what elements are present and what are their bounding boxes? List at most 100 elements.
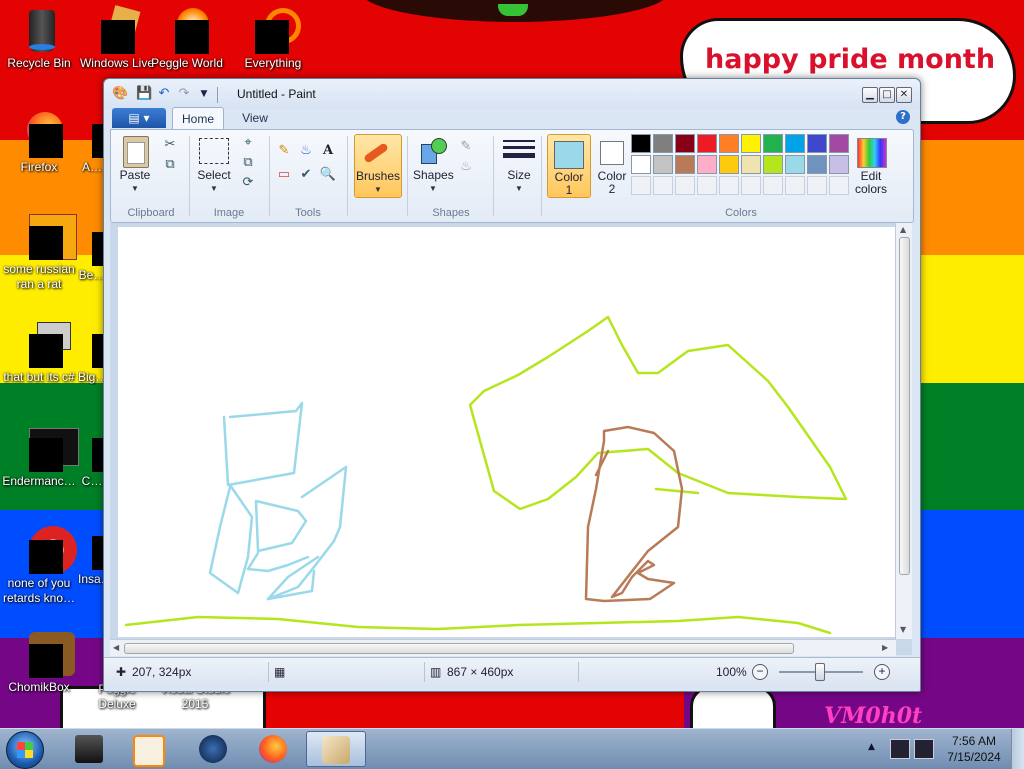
custom-color-swatch[interactable]: [829, 176, 849, 195]
desktop-icon-that-but-its-csharp[interactable]: that but its c#: [0, 320, 78, 385]
clock[interactable]: 7:56 AM 7/15/2024: [944, 733, 1004, 765]
close-button[interactable]: ✕: [896, 87, 912, 103]
palette-color-swatch[interactable]: [785, 155, 805, 174]
desktop-icon-everything[interactable]: Everything: [234, 6, 312, 71]
taskbar-app-1[interactable]: [60, 731, 118, 767]
palette-color-swatch[interactable]: [697, 134, 717, 153]
vertical-scrollbar[interactable]: ▲ ▼: [895, 223, 912, 639]
horizontal-scroll-thumb[interactable]: [124, 643, 794, 654]
desktop-icon-partial-a[interactable]: A…: [78, 110, 106, 175]
palette-color-swatch[interactable]: [675, 134, 695, 153]
palette-color-swatch[interactable]: [719, 134, 739, 153]
custom-color-swatch[interactable]: [785, 176, 805, 195]
palette-color-swatch[interactable]: [697, 155, 717, 174]
volume-icon[interactable]: [914, 739, 934, 759]
redo-icon[interactable]: ↷: [176, 86, 192, 102]
rotate-icon[interactable]: ⟳: [239, 174, 257, 192]
save-icon[interactable]: 💾: [136, 86, 152, 102]
palette-color-swatch[interactable]: [785, 134, 805, 153]
title-bar[interactable]: 🎨 💾 ↶ ↷ ▼ Untitled - Paint ▁ □ ✕: [104, 79, 920, 109]
help-icon[interactable]: ?: [896, 110, 910, 124]
taskbar-firefox[interactable]: [244, 731, 302, 767]
drawing-canvas[interactable]: [118, 227, 896, 637]
zoom-slider-thumb[interactable]: [815, 663, 825, 681]
custom-color-swatch[interactable]: [675, 176, 695, 195]
taskbar-paint[interactable]: [306, 731, 366, 767]
palette-color-swatch[interactable]: [741, 155, 761, 174]
magnifier-icon[interactable]: 🔍: [319, 166, 337, 184]
outline-icon[interactable]: ✎: [457, 138, 475, 156]
palette-color-swatch[interactable]: [829, 155, 849, 174]
zoom-out-button[interactable]: −: [752, 664, 768, 680]
scroll-up-icon[interactable]: ▲: [900, 225, 906, 234]
copy-icon[interactable]: ⧉: [161, 156, 179, 174]
desktop-icon-chomikbox[interactable]: ChomikBox: [0, 630, 78, 695]
customize-toolbar-icon[interactable]: ▼: [196, 86, 212, 102]
show-hidden-icons[interactable]: ▲: [868, 742, 875, 752]
desktop-icon-none-of-you[interactable]: none of you retards kno…: [0, 526, 78, 606]
desktop-icon-endermanch[interactable]: Endermanc…: [0, 424, 79, 489]
size-button[interactable]: Size ▼: [499, 134, 539, 196]
palette-color-swatch[interactable]: [807, 155, 827, 174]
palette-color-swatch[interactable]: [675, 155, 695, 174]
desktop-icon-peggle-world[interactable]: Peggle World: [148, 6, 226, 71]
palette-color-swatch[interactable]: [719, 155, 739, 174]
paste-button[interactable]: Paste ▼: [117, 134, 153, 196]
palette-color-swatch[interactable]: [653, 134, 673, 153]
desktop-icon-partial-big[interactable]: Big…: [78, 330, 106, 385]
custom-color-swatch[interactable]: [741, 176, 761, 195]
custom-color-swatch[interactable]: [653, 176, 673, 195]
color-picker-icon[interactable]: ✔: [297, 166, 315, 184]
color-1-button[interactable]: Color 1: [547, 134, 591, 198]
custom-color-swatch[interactable]: [631, 176, 651, 195]
taskbar-media-player[interactable]: [118, 731, 176, 767]
text-icon[interactable]: A: [319, 142, 337, 160]
show-desktop-button[interactable]: [1011, 729, 1024, 769]
shape-fill-icon[interactable]: ♨: [457, 158, 475, 176]
crop-icon[interactable]: ⌖: [239, 134, 257, 152]
scroll-down-icon[interactable]: ▼: [900, 625, 906, 634]
maximize-button[interactable]: □: [879, 87, 895, 103]
desktop-icon-partial-insa[interactable]: Insa…: [78, 530, 106, 587]
pencil-icon[interactable]: ✎: [275, 142, 293, 160]
palette-color-swatch[interactable]: [807, 134, 827, 153]
custom-color-swatch[interactable]: [807, 176, 827, 195]
taskbar-app-3[interactable]: [184, 731, 242, 767]
brushes-button[interactable]: Brushes ▼: [354, 134, 402, 198]
palette-color-swatch[interactable]: [763, 155, 783, 174]
paint-menu-button[interactable]: ▤ ▾: [112, 108, 166, 128]
palette-color-swatch[interactable]: [631, 134, 651, 153]
desktop-icon-partial-c[interactable]: C…: [78, 436, 106, 489]
custom-color-swatch[interactable]: [763, 176, 783, 195]
tab-home[interactable]: Home: [172, 107, 224, 130]
desktop-icon-recycle-bin[interactable]: Recycle Bin: [0, 6, 78, 71]
eraser-icon[interactable]: ▭: [275, 166, 293, 184]
zoom-in-button[interactable]: +: [874, 664, 890, 680]
scroll-left-icon[interactable]: ◀: [113, 643, 119, 652]
palette-color-swatch[interactable]: [829, 134, 849, 153]
palette-color-swatch[interactable]: [631, 155, 651, 174]
vertical-scroll-thumb[interactable]: [899, 237, 910, 575]
custom-color-swatch[interactable]: [719, 176, 739, 195]
scroll-right-icon[interactable]: ▶: [882, 643, 888, 652]
network-icon[interactable]: [890, 739, 910, 759]
palette-color-swatch[interactable]: [653, 155, 673, 174]
desktop-icon-windows-live[interactable]: Windows Live: [78, 5, 156, 71]
custom-color-swatch[interactable]: [697, 176, 717, 195]
tab-view[interactable]: View: [232, 107, 278, 129]
start-button[interactable]: [6, 731, 44, 769]
minimize-button[interactable]: ▁: [862, 87, 878, 103]
palette-color-swatch[interactable]: [741, 134, 761, 153]
paint-app-icon[interactable]: 🎨: [112, 86, 128, 102]
horizontal-scrollbar[interactable]: ◀ ▶: [110, 639, 896, 656]
fill-icon[interactable]: ♨: [297, 142, 315, 160]
desktop-icon-firefox[interactable]: Firefox: [0, 110, 78, 175]
desktop-icon-some-russian-ran-a-rat[interactable]: some russian ran a rat: [0, 212, 78, 292]
cut-icon[interactable]: ✂: [161, 136, 179, 154]
undo-icon[interactable]: ↶: [156, 86, 172, 102]
shapes-button[interactable]: Shapes ▼: [413, 134, 454, 196]
resize-icon[interactable]: ⧉: [239, 154, 257, 172]
desktop-icon-partial-be[interactable]: Be…: [78, 230, 106, 283]
select-button[interactable]: Select ▼: [195, 134, 233, 196]
palette-color-swatch[interactable]: [763, 134, 783, 153]
